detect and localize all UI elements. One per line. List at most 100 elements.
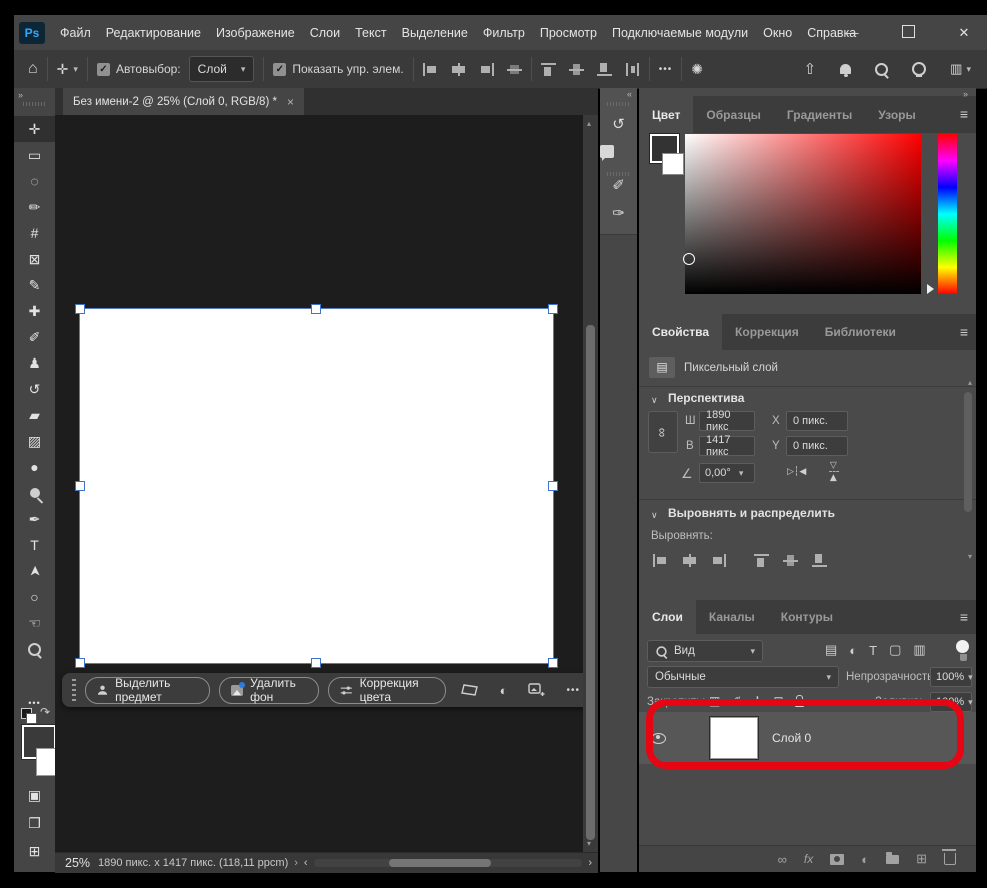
transform-handle-s[interactable] — [311, 658, 321, 668]
tab-adjustments[interactable]: Коррекция — [722, 314, 812, 350]
quick-selection-tool[interactable]: ✏ — [14, 194, 55, 220]
hue-slider[interactable] — [938, 134, 957, 294]
lock-all-icon[interactable] — [794, 695, 804, 707]
delete-layer-icon[interactable] — [942, 849, 956, 865]
tab-patterns[interactable]: Узоры — [865, 96, 928, 133]
transform-handle-n[interactable] — [311, 304, 321, 314]
tab-gradients[interactable]: Градиенты — [774, 96, 865, 133]
angle-field[interactable]: 0,00° ▾ — [699, 463, 755, 483]
vertical-scrollbar-thumb[interactable] — [586, 325, 595, 840]
lock-paint-icon[interactable]: ✐ — [731, 694, 741, 708]
scroll-right-icon[interactable]: › — [588, 857, 592, 869]
align-bottom-icon[interactable] — [596, 62, 612, 76]
tab-properties[interactable]: Свойства — [639, 314, 723, 350]
autoselect-checkbox[interactable]: ✓ — [96, 62, 110, 76]
menu-filter[interactable]: Фильтр — [483, 26, 525, 40]
menu-window[interactable]: Окно — [763, 26, 792, 40]
color-picker-ring[interactable] — [683, 253, 695, 265]
align-top-icon[interactable] — [754, 554, 769, 567]
tab-color[interactable]: Цвет — [639, 96, 694, 133]
workspace-switcher[interactable]: ▥ ▾ — [950, 61, 971, 77]
align-left-icon[interactable] — [653, 554, 668, 567]
align-bottom-icon[interactable] — [812, 554, 827, 567]
layer-visibility-eye-icon[interactable] — [651, 732, 666, 744]
align-center-v-icon[interactable] — [783, 554, 798, 567]
horizontal-scrollbar-thumb[interactable] — [388, 859, 491, 867]
layer-name[interactable]: Слой 0 — [772, 731, 811, 745]
align-top-icon[interactable] — [540, 62, 556, 76]
vertical-scrollbar[interactable]: ▴ ▾ — [583, 115, 598, 852]
horizontal-scrollbar[interactable] — [313, 859, 583, 867]
discover-lightbulb-icon[interactable] — [912, 62, 927, 77]
autoselect-target-select[interactable]: Слой ▾ — [188, 56, 255, 82]
status-popup-chevron-icon[interactable]: › — [294, 857, 298, 869]
distribute-icon[interactable] — [625, 62, 640, 76]
brush-tool[interactable]: ✐ — [14, 324, 55, 350]
layer-effects-icon[interactable]: fx — [804, 852, 813, 866]
healing-brush-tool[interactable]: ✚ — [14, 298, 55, 324]
align-left-icon[interactable] — [422, 62, 438, 76]
color-saturation-field[interactable] — [685, 134, 921, 294]
minimize-button[interactable]: — — [841, 25, 863, 40]
panel-menu-icon[interactable]: ≡ — [960, 324, 968, 340]
eraser-tool[interactable]: ▰ — [14, 402, 55, 428]
transform-icon[interactable] — [455, 678, 485, 703]
panel-menu-icon[interactable]: ≡ — [960, 106, 968, 122]
layer-filter-select[interactable]: Вид ▾ — [647, 640, 763, 662]
swap-colors-icon[interactable]: ↷ — [40, 705, 50, 719]
adjustment-icon[interactable]: ◐ — [494, 678, 514, 703]
section-chevron-icon[interactable]: ∨ — [651, 510, 658, 521]
filter-type-icon[interactable]: T — [869, 643, 877, 658]
lock-position-icon[interactable]: ✛ — [752, 694, 762, 708]
flip-vertical-icon[interactable]: ▷┆◀ — [828, 462, 839, 481]
show-transform-controls-checkbox[interactable]: ✓ — [273, 62, 287, 76]
transform-handle-w[interactable] — [75, 481, 85, 491]
close-button[interactable]: ✕ — [953, 25, 975, 41]
canvas[interactable]: Выделить предмет Удалить фон Коррекция ц… — [55, 115, 583, 852]
document-canvas[interactable] — [75, 304, 558, 668]
menu-type[interactable]: Текст — [355, 26, 386, 40]
width-field[interactable]: 1890 пикс — [699, 409, 755, 433]
history-panel-icon[interactable]: ↺ — [600, 115, 637, 133]
pen-tool[interactable]: ✒ — [14, 506, 55, 532]
layer-group-icon[interactable] — [886, 851, 900, 864]
close-document-icon[interactable]: × — [287, 95, 294, 109]
more-options-icon[interactable]: ••• — [560, 678, 583, 703]
blend-mode-select[interactable]: Обычные ▾ — [647, 666, 839, 688]
scroll-up-icon[interactable]: ▴ — [587, 119, 591, 128]
tab-paths[interactable]: Контуры — [768, 600, 846, 634]
layer-mask-icon[interactable] — [830, 853, 845, 865]
move-tool[interactable]: ✛ — [14, 116, 55, 142]
select-subject-button[interactable]: Выделить предмет — [85, 676, 211, 704]
menu-file[interactable]: Файл — [60, 26, 91, 40]
panel-menu-icon[interactable]: ≡ — [960, 609, 968, 625]
frame-tool[interactable]: ⊠ — [14, 246, 55, 272]
link-dimensions-icon[interactable]: ∞ — [648, 411, 678, 453]
align-center-h-icon[interactable] — [451, 62, 466, 76]
menu-view[interactable]: Просмотр — [540, 26, 597, 40]
new-layer-icon[interactable]: ⊞ — [916, 851, 927, 867]
scroll-down-icon[interactable]: ▾ — [968, 552, 972, 561]
menu-layers[interactable]: Слои — [310, 26, 340, 40]
add-image-icon[interactable]: ⊞ — [14, 838, 55, 864]
align-center-v-icon[interactable] — [568, 63, 584, 76]
opacity-field[interactable]: 100% ▾ — [930, 667, 973, 687]
align-middle-icon[interactable] — [506, 63, 522, 76]
transform-section-label[interactable]: Перспектива — [668, 391, 744, 405]
align-center-h-icon[interactable] — [682, 554, 697, 567]
scroll-down-icon[interactable]: ▾ — [587, 839, 591, 848]
filter-pixel-icon[interactable]: ▤ — [825, 642, 837, 658]
align-right-icon[interactable] — [479, 62, 494, 76]
menu-image[interactable]: Изображение — [216, 26, 295, 40]
scroll-left-icon[interactable]: ‹ — [304, 857, 308, 869]
remove-background-button[interactable]: Удалить фон — [219, 676, 319, 704]
menu-edit[interactable]: Редактирование — [106, 26, 201, 40]
quick-mask-icon[interactable]: ▣ — [14, 782, 55, 808]
background-color-swatch[interactable] — [662, 153, 684, 175]
tab-libraries[interactable]: Библиотеки — [812, 314, 909, 350]
toolbar-grip[interactable] — [23, 102, 45, 106]
dodge-tool[interactable] — [14, 480, 55, 506]
rectangular-marquee-tool[interactable]: ▭ — [14, 142, 55, 168]
expand-toolbar-icon[interactable]: » — [18, 90, 24, 100]
zoom-level[interactable]: 25% — [65, 856, 90, 870]
